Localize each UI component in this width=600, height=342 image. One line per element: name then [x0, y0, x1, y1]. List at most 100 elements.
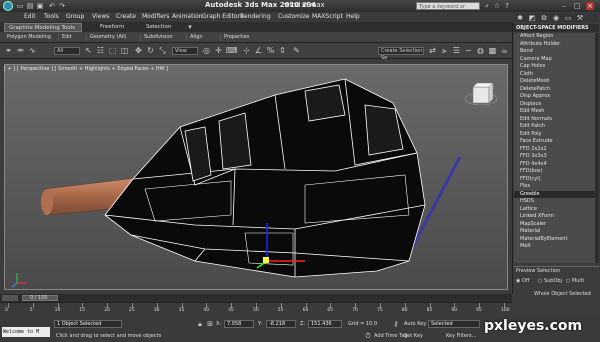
align-icon[interactable]: ⫸ [440, 46, 449, 55]
modifier-item-material[interactable]: Material [514, 228, 598, 236]
utilities-tab-icon[interactable]: ⚒ [576, 14, 584, 22]
hierarchy-tab-icon[interactable]: ⧉ [540, 14, 548, 22]
motion-tab-icon[interactable]: ◉ [552, 14, 560, 22]
modifier-item-cloth[interactable]: Cloth [514, 71, 598, 79]
time-slider[interactable] [0, 294, 512, 302]
modifier-item-affect-region[interactable]: Affect Region [514, 33, 598, 41]
menu-item-graph-editors[interactable]: Graph Editors [202, 13, 243, 20]
menu-item-rendering[interactable]: Rendering [240, 13, 271, 20]
modifier-item-greeble[interactable]: Greeble [514, 190, 598, 198]
named-selection-set-dropdown[interactable]: Create Selection Se [378, 47, 424, 61]
render-teapot-icon[interactable]: ☕ [500, 46, 509, 55]
bind-space-warp-icon[interactable]: ∿ [28, 46, 37, 55]
menu-item-edit[interactable]: Edit [24, 13, 36, 20]
modifier-list[interactable]: Affect Region Attribute Holder Bend Camera … [514, 33, 598, 263]
preview-multi-radio[interactable]: ○ Multi [566, 278, 584, 284]
reference-coordinate-dropdown[interactable]: View [172, 47, 198, 55]
modifier-item-attribute-holder[interactable]: Attribute Holder [514, 41, 598, 49]
menu-item-tools[interactable]: Tools [44, 13, 59, 20]
time-prev-button[interactable] [2, 295, 18, 301]
spinner-snap-icon[interactable]: ⇕ [278, 46, 287, 55]
menu-item-modifiers[interactable]: Modifiers [142, 13, 169, 20]
new-file-icon[interactable]: ▭ [16, 2, 24, 10]
select-by-name-icon[interactable]: ☷ [96, 46, 105, 55]
modifier-item-materialbyelement[interactable]: MaterialByElement [514, 236, 598, 244]
menu-item-views[interactable]: Views [92, 13, 109, 20]
viewport-label[interactable]: [ + ] [ Perspective ] [ Smooth + Highlig… [4, 66, 168, 72]
maximize-icon[interactable]: □ [573, 2, 581, 10]
close-icon[interactable]: × [586, 2, 594, 10]
modifier-item-ffd-box-[interactable]: FFD(box) [514, 168, 598, 176]
save-file-icon[interactable]: ▣ [36, 2, 44, 10]
minimize-icon[interactable]: – [560, 2, 568, 10]
star-icon[interactable]: ☆ [493, 2, 501, 10]
panel-properties[interactable]: Properties [220, 33, 252, 41]
x-coordinate-field[interactable]: 7.058 [224, 320, 254, 328]
y-coordinate-field[interactable]: -8.218 [266, 320, 296, 328]
pivot-center-icon[interactable]: ◎ [202, 46, 211, 55]
unlink-icon[interactable]: ⚮ [16, 46, 25, 55]
tab-freeform[interactable]: Freeform [96, 23, 129, 32]
modifier-item-hsds[interactable]: HSDS [514, 198, 598, 206]
search-icon[interactable]: ⌕ [483, 2, 491, 10]
menu-item-customize[interactable]: Customize [278, 13, 310, 20]
auto-key-button[interactable]: Auto Key [404, 321, 426, 327]
selection-filter-dropdown[interactable]: All [54, 47, 80, 55]
tab-graphite-modeling-tools[interactable]: Graphite Modeling Tools [4, 23, 82, 32]
preview-off-radio[interactable]: ◉ Off [516, 278, 529, 284]
modifier-item-cap-holes[interactable]: Cap Holes [514, 63, 598, 71]
maxscript-listener-input[interactable]: Welcome to M [2, 327, 50, 337]
modifier-item-edit-patch[interactable]: Edit Patch [514, 123, 598, 131]
modifier-item-flex[interactable]: Flex [514, 183, 598, 191]
manipulate-icon[interactable]: ✛ [214, 46, 223, 55]
mirror-icon[interactable]: ⇄ [428, 46, 437, 55]
tab-selection[interactable]: Selection [142, 23, 175, 32]
layer-manager-icon[interactable]: ☰ [452, 46, 461, 55]
select-link-icon[interactable]: ⚭ [4, 46, 13, 55]
undo-icon[interactable]: ↶ [48, 2, 56, 10]
redo-icon[interactable]: ↷ [58, 2, 66, 10]
open-file-icon[interactable]: ▤ [26, 2, 34, 10]
modifier-item-ffd-2x2x2[interactable]: FFD 2x2x2 [514, 146, 598, 154]
modifier-item-face-extrude[interactable]: Face Extrude [514, 138, 598, 146]
menu-item-animation[interactable]: Animation [172, 13, 203, 20]
menu-item-help[interactable]: Help [346, 13, 360, 20]
menu-item-maxscript[interactable]: MAXScript [312, 13, 343, 20]
app-logo-icon[interactable] [3, 1, 13, 11]
modify-tab-icon[interactable]: ◩ [528, 14, 536, 22]
create-tab-icon[interactable]: ✱ [516, 14, 524, 22]
modifier-list-scrollbar[interactable] [595, 33, 599, 263]
percent-snap-icon[interactable]: % [266, 46, 275, 55]
modifier-item-bend[interactable]: Bend [514, 48, 598, 56]
window-crossing-icon[interactable]: ◫ [120, 46, 129, 55]
material-editor-icon[interactable]: ◍ [476, 46, 485, 55]
display-tab-icon[interactable]: ▭ [564, 14, 572, 22]
select-scale-icon[interactable]: ⤡ [158, 46, 167, 55]
search-input[interactable]: Type a keyword or phrase [416, 2, 480, 18]
ribbon-options-icon[interactable]: ▾ [186, 23, 194, 31]
render-setup-icon[interactable]: ▩ [488, 46, 497, 55]
modifier-item-ffd-4x4x4[interactable]: FFD 4x4x4 [514, 161, 598, 169]
modifier-item-melt[interactable]: Melt [514, 243, 598, 251]
select-move-icon[interactable]: ✥ [134, 46, 143, 55]
modifier-item-mapscaler[interactable]: MapScaler [514, 221, 598, 229]
modifier-item-edit-poly[interactable]: Edit Poly [514, 131, 598, 139]
panel-subdivision[interactable]: Subdivision [140, 33, 176, 41]
key-mode-dropdown[interactable]: Selected [428, 320, 480, 328]
z-coordinate-field[interactable]: 151.436 [308, 320, 342, 328]
edit-named-selection-icon[interactable]: ✎ [292, 46, 301, 55]
modifier-item-disp-approx[interactable]: Disp Approx [514, 93, 598, 101]
modifier-item-ffd-3x3x3[interactable]: FFD 3x3x3 [514, 153, 598, 161]
menu-item-create[interactable]: Create [116, 13, 136, 20]
modifier-item-lattice[interactable]: Lattice [514, 206, 598, 214]
key-filters-button[interactable]: Key Filters... [446, 333, 476, 339]
absolute-mode-icon[interactable]: ⊞ [206, 320, 214, 328]
panel-geometry-all[interactable]: Geometry (All) [86, 33, 130, 41]
set-key-button[interactable]: Set Key [404, 333, 423, 339]
perspective-viewport[interactable] [4, 64, 508, 290]
rectangular-selection-icon[interactable]: ⬚ [108, 46, 117, 55]
key-icon[interactable]: ⚷ [392, 320, 400, 328]
preview-subobj-radio[interactable]: ○ SubObj [538, 278, 562, 284]
modifier-item-linked-xform[interactable]: Linked XForm [514, 213, 598, 221]
time-tag-icon[interactable]: ⏱ [364, 332, 372, 340]
